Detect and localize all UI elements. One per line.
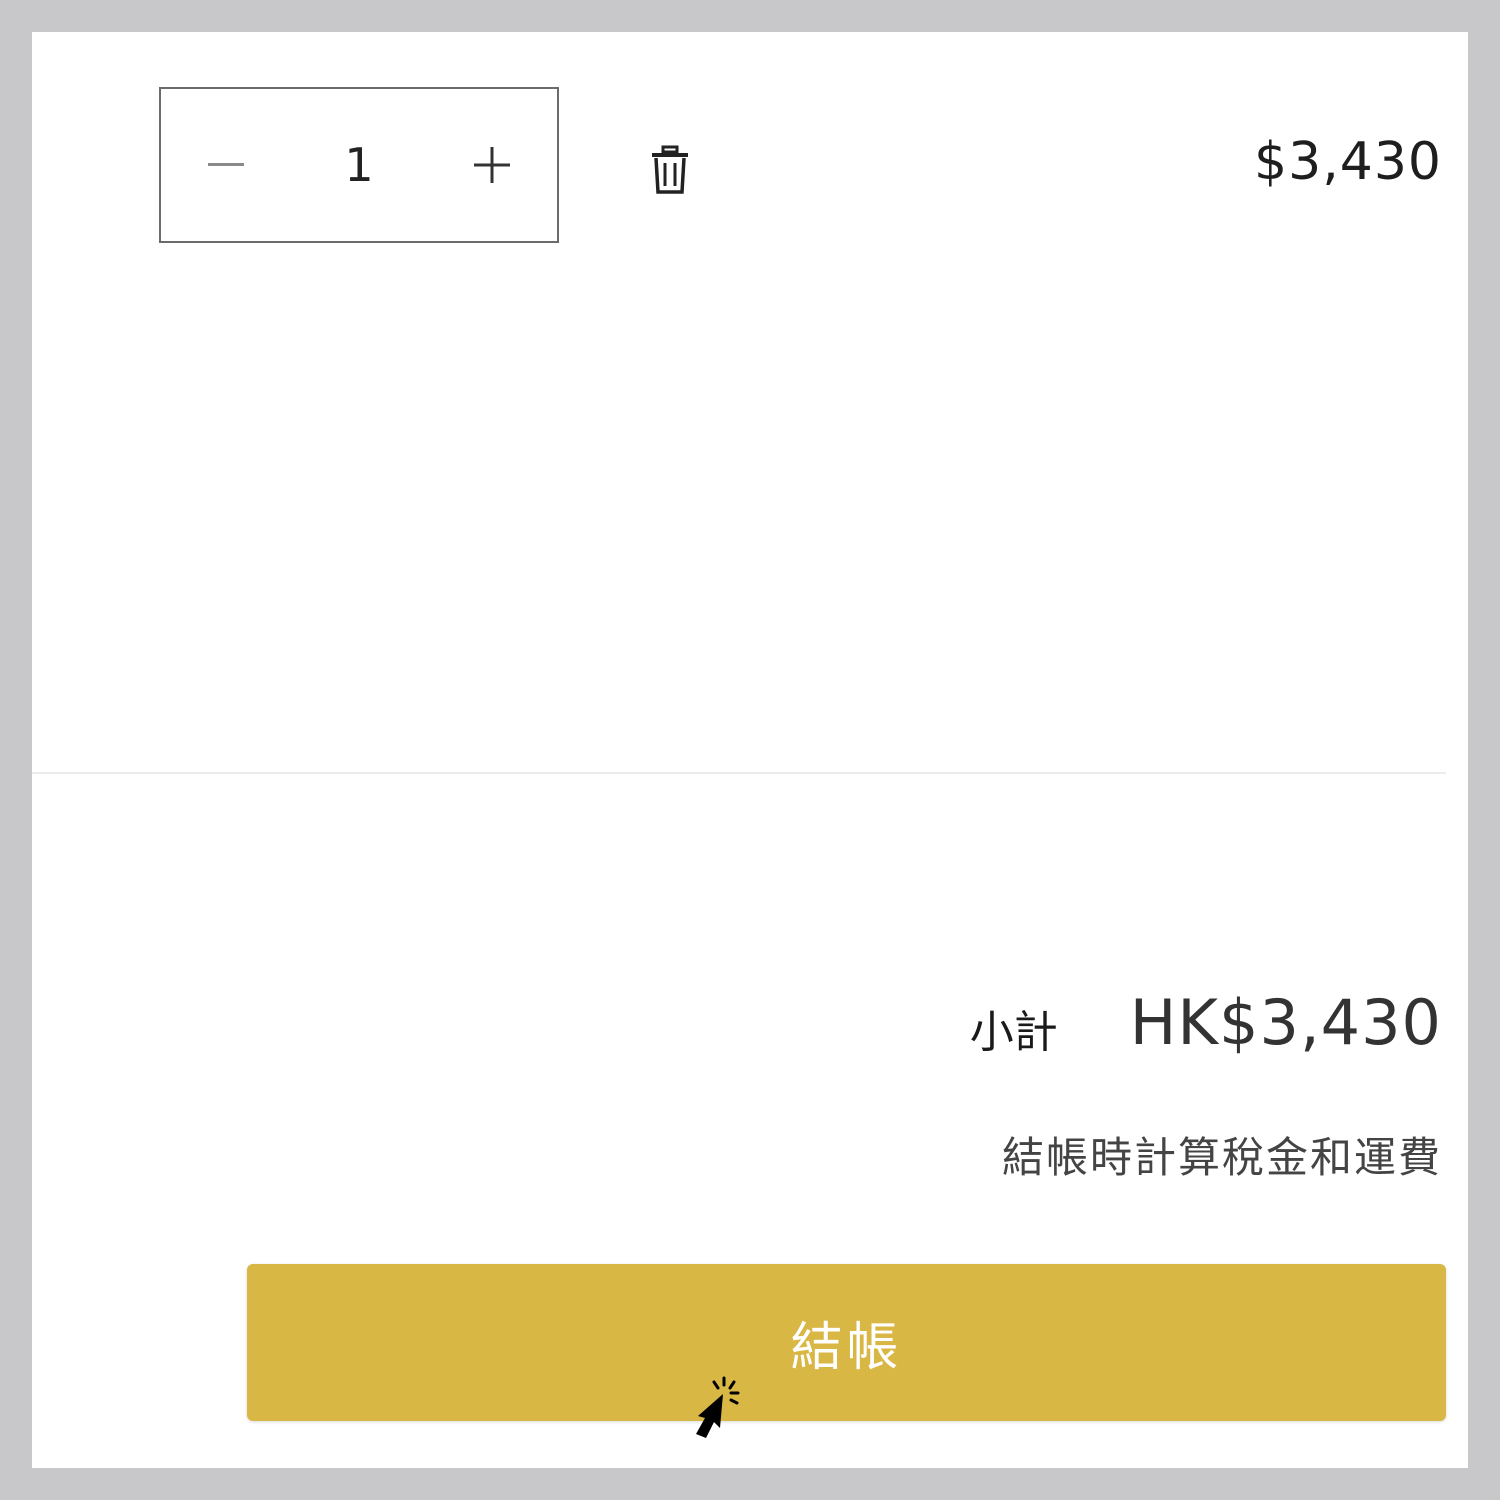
subtotal-label: 小計 bbox=[969, 1007, 1058, 1058]
subtotal-row: 小計 HK$3,430 bbox=[970, 982, 1442, 1062]
hand-pointer-cursor-icon bbox=[696, 1376, 740, 1438]
minus-icon bbox=[208, 163, 244, 166]
increase-quantity-button[interactable] bbox=[437, 89, 547, 241]
quantity-stepper: 1 bbox=[159, 87, 559, 243]
divider bbox=[32, 772, 1446, 774]
remove-item-button[interactable] bbox=[650, 145, 690, 195]
subtotal-value: HK$3,430 bbox=[1129, 985, 1442, 1059]
decrease-quantity-button[interactable] bbox=[171, 89, 281, 241]
trash-icon bbox=[652, 145, 688, 194]
quantity-input[interactable]: 1 bbox=[271, 89, 447, 241]
line-item-price: $3,430 bbox=[1254, 132, 1442, 192]
plus-icon bbox=[474, 147, 510, 183]
checkout-button[interactable]: 結帳 bbox=[247, 1264, 1446, 1421]
checkout-button-label: 結帳 bbox=[790, 1318, 903, 1378]
cart-drawer: 1 $3,430 小計 HK$3,430 結帳時計算稅金和運費 結帳 bbox=[32, 32, 1468, 1468]
tax-shipping-note: 結帳時計算稅金和運費 bbox=[1001, 1133, 1442, 1182]
